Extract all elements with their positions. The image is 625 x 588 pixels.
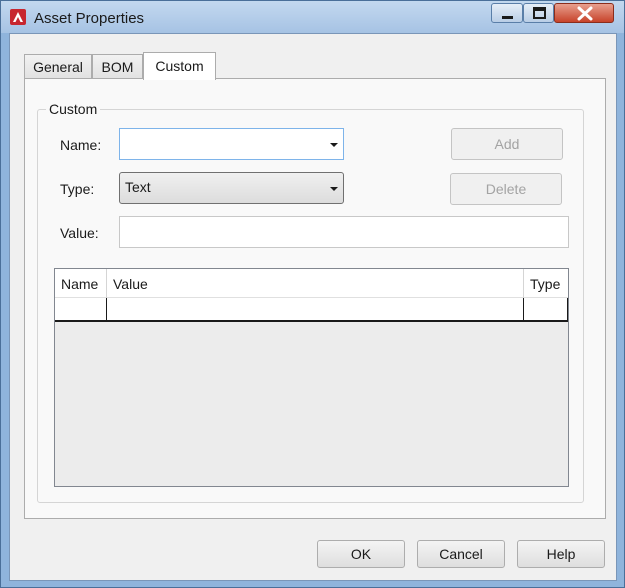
cell-value[interactable]	[107, 298, 524, 320]
ok-button[interactable]: OK	[317, 540, 405, 568]
tab-general[interactable]: General	[24, 54, 92, 79]
name-combobox[interactable]	[119, 128, 344, 160]
cell-name[interactable]	[55, 298, 107, 320]
dialog-window: Asset Properties General BOM Custom Cust…	[0, 0, 625, 588]
delete-button[interactable]: Delete	[450, 173, 562, 205]
groupbox-title: Custom	[46, 101, 101, 117]
cell-type[interactable]	[524, 298, 568, 320]
value-label: Value:	[60, 225, 99, 241]
help-button[interactable]: Help	[517, 540, 605, 568]
type-combobox[interactable]: Text	[119, 172, 344, 204]
window-title: Asset Properties	[34, 10, 145, 27]
close-icon	[577, 6, 593, 21]
type-label: Type:	[60, 181, 95, 197]
add-button[interactable]: Add	[451, 128, 563, 160]
title-bar[interactable]: Asset Properties	[1, 1, 624, 33]
table-row[interactable]	[55, 298, 568, 322]
custom-tab-panel: Custom Name: Type: Text Value: Add Delet…	[24, 78, 606, 519]
column-header-name[interactable]: Name	[55, 269, 107, 298]
chevron-down-icon[interactable]	[330, 143, 338, 147]
maximize-button[interactable]	[523, 3, 554, 23]
value-input[interactable]	[119, 216, 569, 248]
tab-bom[interactable]: BOM	[92, 54, 143, 79]
name-label: Name:	[60, 137, 102, 153]
minimize-button[interactable]	[491, 3, 523, 23]
autocad-logo-icon	[10, 9, 26, 25]
minimize-icon	[502, 16, 513, 19]
tab-custom[interactable]: Custom	[143, 52, 216, 80]
column-header-value[interactable]: Value	[107, 269, 524, 298]
close-button[interactable]	[554, 3, 614, 23]
type-value: Text	[125, 179, 151, 195]
column-header-type[interactable]: Type	[524, 269, 568, 298]
chevron-down-icon[interactable]	[330, 187, 338, 191]
maximize-icon	[533, 7, 546, 19]
custom-properties-grid[interactable]: Name Value Type	[54, 268, 569, 487]
cancel-button[interactable]: Cancel	[417, 540, 505, 568]
dialog-client-area: General BOM Custom Custom Name: Type: Te…	[9, 33, 617, 581]
grid-header: Name Value Type	[55, 269, 568, 298]
